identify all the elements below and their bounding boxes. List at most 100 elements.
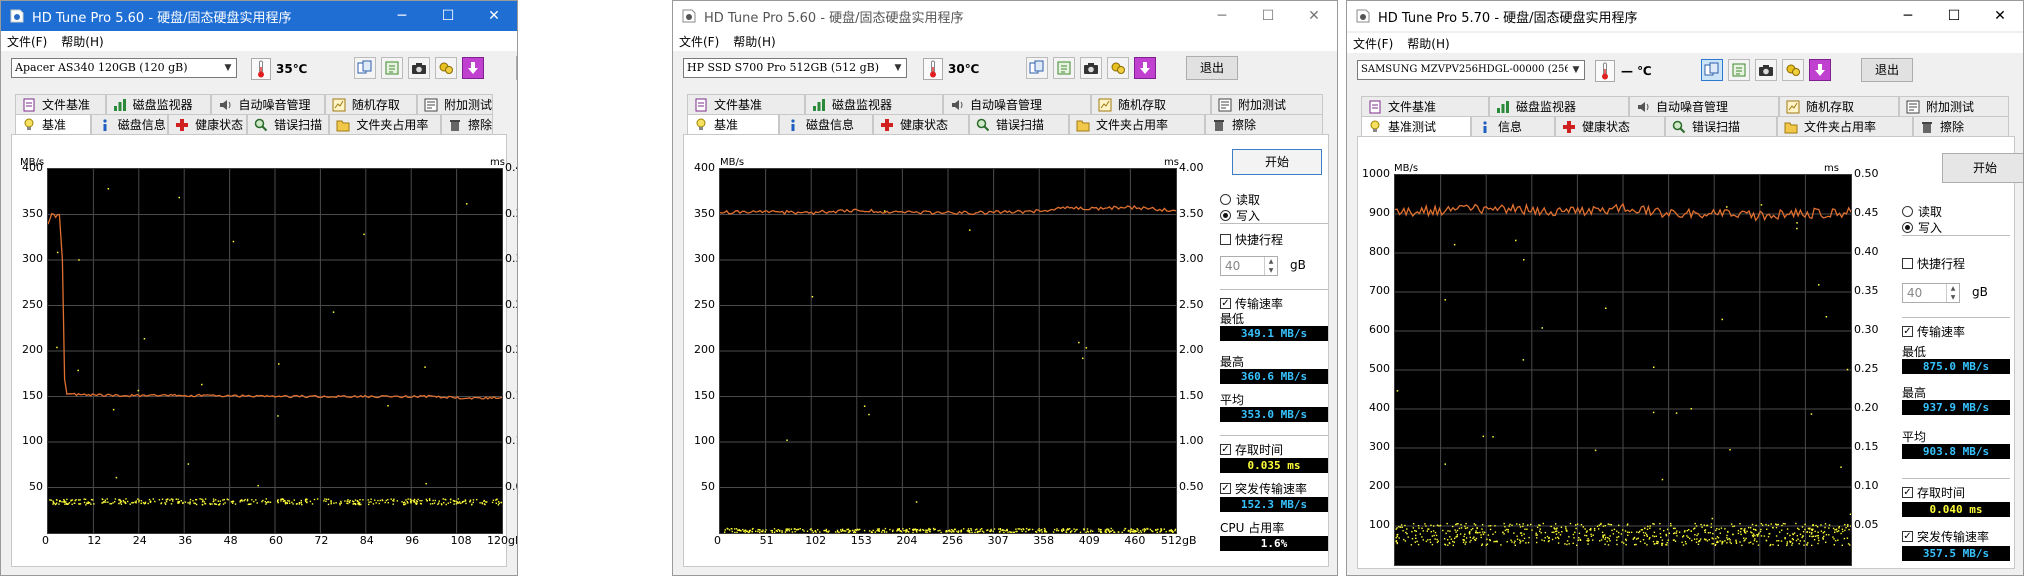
tab-random-access[interactable]: 随机存取 <box>1091 94 1211 114</box>
maximize-button[interactable]: ☐ <box>1931 1 1977 31</box>
burst-rate-checkbox[interactable]: ✓ 突发传输速率 <box>1902 528 1989 545</box>
access-time-checkbox[interactable]: ✓ 存取时间 <box>1902 484 1965 501</box>
menu-help[interactable]: 帮助(H) <box>61 33 103 50</box>
access-time-dot <box>924 531 927 533</box>
access-time-dot <box>1756 534 1758 536</box>
title-bar[interactable]: HD Tune Pro 5.60 - 硬盘/固态硬盘实用程序 ─ ☐ ✕ <box>673 1 1337 31</box>
short-stroke-checkbox[interactable]: 快捷行程 <box>1902 255 1965 272</box>
menu-file[interactable]: 文件(F) <box>7 33 47 50</box>
access-time-dot <box>1123 529 1125 532</box>
tab-benchmark[interactable]: 基准 <box>15 114 91 134</box>
short-stroke-checkbox[interactable]: 快捷行程 <box>1220 231 1283 248</box>
copy-info-button[interactable] <box>1053 57 1075 79</box>
start-button[interactable]: 开始 <box>1232 149 1322 175</box>
tab-health[interactable]: 健康状态 <box>1555 116 1665 136</box>
tab-random-access[interactable]: 随机存取 <box>1779 96 1899 116</box>
copy-text-button[interactable] <box>1026 57 1048 79</box>
write-radio[interactable]: 写入 <box>1220 207 1260 224</box>
exit-button[interactable]: 退出 <box>1186 56 1238 80</box>
access-time-dot <box>103 501 106 503</box>
tab-noise-management[interactable]: 自动噪音管理 <box>211 94 325 114</box>
save-button[interactable] <box>1809 59 1831 81</box>
tab-folder-usage[interactable]: 文件夹占用率 <box>1777 116 1913 136</box>
screenshot-button[interactable] <box>408 57 430 79</box>
minimize-button[interactable]: ─ <box>1199 1 1245 31</box>
tab-random-access[interactable]: 随机存取 <box>324 94 417 114</box>
spinner-arrows[interactable]: ▲ ▼ <box>1264 257 1277 275</box>
transfer-rate-checkbox[interactable]: ✓ 传输速率 <box>1902 323 1965 340</box>
save-button[interactable] <box>462 57 484 79</box>
write-radio[interactable]: 写入 <box>1902 219 1942 236</box>
tab-health[interactable]: 健康状态 <box>168 114 248 134</box>
separator <box>1220 289 1328 290</box>
drive-select[interactable]: SAMSUNG MZVPV256HDGL-00000 (256 g ▼ <box>1357 60 1585 80</box>
tab-benchmark[interactable]: 基准 <box>687 114 779 134</box>
tab-file-benchmark[interactable]: 文件基准 <box>687 94 805 114</box>
access-time-dot <box>1795 539 1798 542</box>
exit-button[interactable]: 退出 <box>516 56 517 80</box>
menu-help[interactable]: 帮助(H) <box>733 33 775 50</box>
options-button[interactable] <box>435 57 457 79</box>
title-bar[interactable]: HD Tune Pro 5.70 - 硬盘/固态硬盘实用程序 ─ ☐ ✕ <box>1347 1 2023 31</box>
tab-folder-usage[interactable]: 文件夹占用率 <box>329 114 441 134</box>
menu-help[interactable]: 帮助(H) <box>1407 35 1449 52</box>
tab-disk-info[interactable]: 磁盘信息 <box>90 114 169 134</box>
copy-info-button[interactable] <box>381 57 403 79</box>
access-time-dot <box>426 500 428 502</box>
tab-erase[interactable]: 擦除 <box>440 114 493 134</box>
drive-select[interactable]: Apacer AS340 120GB (120 gB) ▼ <box>11 58 237 78</box>
tab-file-benchmark[interactable]: 文件基准 <box>1361 96 1489 116</box>
close-button[interactable]: ✕ <box>1291 1 1337 31</box>
title-bar[interactable]: HD Tune Pro 5.60 - 硬盘/固态硬盘实用程序 ─ ☐ ✕ <box>1 1 517 31</box>
close-button[interactable]: ✕ <box>1977 1 2023 31</box>
tab-file-benchmark[interactable]: 文件基准 <box>15 94 106 114</box>
access-time-dot <box>63 499 65 501</box>
options-button[interactable] <box>1107 57 1129 79</box>
tab-folder-usage[interactable]: 文件夹占用率 <box>1069 114 1205 134</box>
minimize-button[interactable]: ─ <box>379 1 425 31</box>
copy-info-button[interactable] <box>1728 59 1750 81</box>
exit-button[interactable]: 退出 <box>1861 58 1913 82</box>
tab-disk-monitor[interactable]: 磁盘监视器 <box>1489 96 1629 116</box>
tab-disk-info[interactable]: 信息 <box>1471 116 1555 136</box>
minimize-button[interactable]: ─ <box>1885 1 1931 31</box>
drive-select[interactable]: HP SSD S700 Pro 512GB (512 gB) ▼ <box>683 58 907 78</box>
tab-error-scan[interactable]: 错误扫描 <box>969 114 1069 134</box>
tab-disk-monitor[interactable]: 磁盘监视器 <box>805 94 943 114</box>
tab-extra-tests[interactable]: 附加测试 <box>1211 94 1323 114</box>
copy-text-button[interactable] <box>354 57 376 79</box>
tab-error-scan[interactable]: 错误扫描 <box>247 114 330 134</box>
tab-error-scan[interactable]: 错误扫描 <box>1665 116 1777 136</box>
spinner-arrows[interactable]: ▲ ▼ <box>1946 284 1959 302</box>
screenshot-button[interactable] <box>1755 59 1777 81</box>
maximize-button[interactable]: ☐ <box>1245 1 1291 31</box>
tab-disk-info[interactable]: 磁盘信息 <box>779 114 873 134</box>
copy-text-button[interactable] <box>1701 59 1723 81</box>
burst-rate-checkbox[interactable]: ✓ 突发传输速率 <box>1220 480 1307 497</box>
save-button[interactable] <box>1134 57 1156 79</box>
tab-health[interactable]: 健康状态 <box>873 114 969 134</box>
close-button[interactable]: ✕ <box>471 1 517 31</box>
short-stroke-spinner[interactable]: 40 ▲ ▼ <box>1220 256 1278 276</box>
tab-extra-tests[interactable]: 附加测试 <box>1899 96 2009 116</box>
start-button[interactable]: 开始 <box>1942 153 2023 183</box>
read-radio[interactable]: 读取 <box>1220 191 1260 208</box>
tab-noise-management[interactable]: 自动噪音管理 <box>1629 96 1779 116</box>
tab-erase[interactable]: 擦除 <box>1205 114 1323 134</box>
tab-extra-tests[interactable]: 附加测试 <box>416 94 493 114</box>
access-time-checkbox[interactable]: ✓ 存取时间 <box>1220 441 1283 458</box>
tab-benchmark[interactable]: 基准测试 <box>1361 116 1471 136</box>
tab-erase[interactable]: 擦除 <box>1913 116 2009 136</box>
short-stroke-spinner[interactable]: 40 ▲ ▼ <box>1902 283 1960 303</box>
access-time-dot <box>1083 528 1085 530</box>
menu-file[interactable]: 文件(F) <box>1353 35 1393 52</box>
options-button[interactable] <box>1782 59 1804 81</box>
access-time-dot <box>1009 531 1011 533</box>
tab-noise-management[interactable]: 自动噪音管理 <box>943 94 1091 114</box>
tab-disk-monitor[interactable]: 磁盘监视器 <box>105 94 212 114</box>
maximize-button[interactable]: ☐ <box>425 1 471 31</box>
screenshot-button[interactable] <box>1080 57 1102 79</box>
access-time-dot <box>759 531 761 533</box>
menu-file[interactable]: 文件(F) <box>679 33 719 50</box>
read-radio[interactable]: 读取 <box>1902 203 1942 220</box>
